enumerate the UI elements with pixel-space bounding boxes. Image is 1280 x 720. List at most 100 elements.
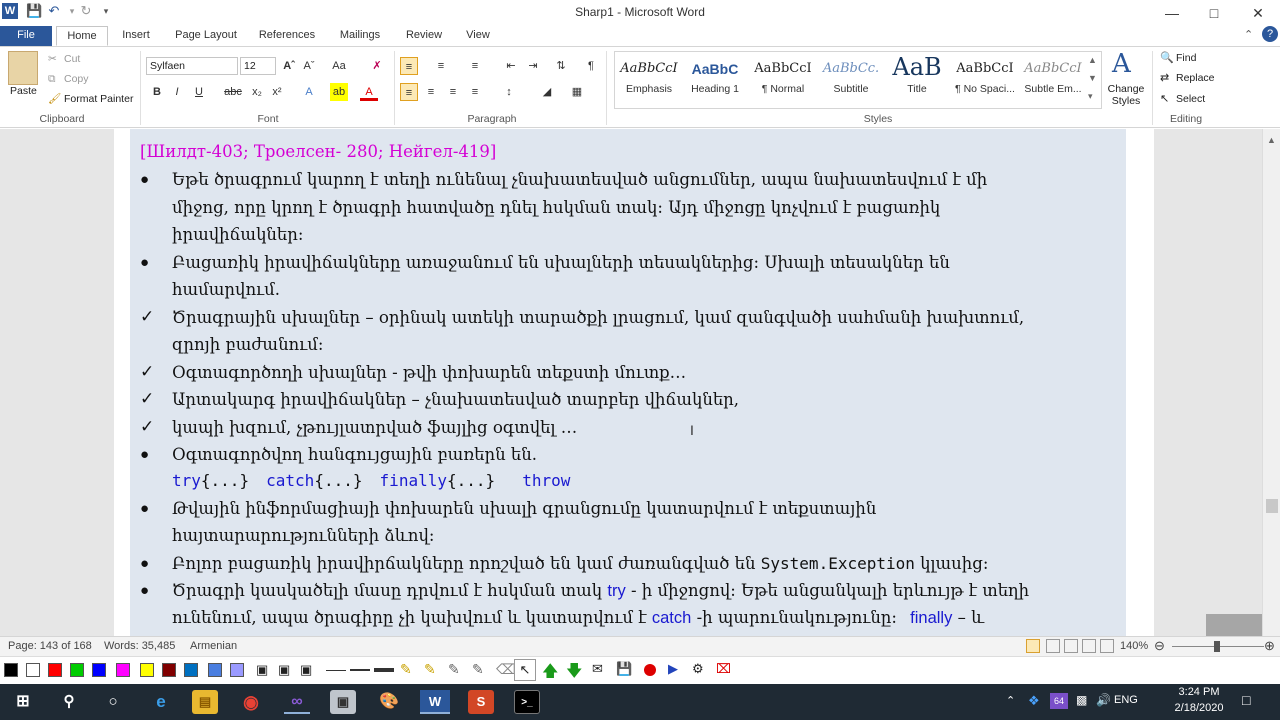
select-icon[interactable]: ↖ xyxy=(1160,92,1169,105)
style-emphasis[interactable]: AaBbCcI Emphasis xyxy=(616,51,682,107)
numbering-icon[interactable]: ≡ xyxy=(432,57,450,75)
vertical-scrollbar[interactable]: ▲ xyxy=(1262,129,1280,636)
select-button[interactable]: Select xyxy=(1176,93,1205,105)
tab-file[interactable]: File xyxy=(0,26,52,46)
find-icon[interactable]: 🔍 xyxy=(1160,51,1174,64)
page-count[interactable]: Page: 143 of 168 xyxy=(8,640,92,652)
font-name-combo[interactable]: Sylfaen xyxy=(146,57,238,75)
clock-time[interactable]: 3:24 PM xyxy=(1166,686,1232,698)
input-language[interactable]: ENG xyxy=(1114,694,1138,706)
paste-button[interactable]: Paste xyxy=(10,85,37,97)
style-subtle-emphasis[interactable]: AaBbCcI Subtle Em... xyxy=(1020,51,1086,107)
settings-icon[interactable]: ⚙ xyxy=(692,661,704,677)
video-controls-overlay[interactable] xyxy=(1206,614,1262,638)
color-black-swatch[interactable] xyxy=(4,663,18,677)
clock-date[interactable]: 2/18/2020 xyxy=(1166,702,1232,714)
align-right-icon[interactable]: ≡ xyxy=(444,83,462,101)
cut-icon[interactable]: ✂ xyxy=(48,51,57,67)
scroll-thumb[interactable] xyxy=(1266,499,1278,513)
word-count[interactable]: Words: 35,485 xyxy=(104,640,175,652)
visual-studio-icon[interactable]: ∞ xyxy=(284,690,310,714)
color-maroon-swatch[interactable] xyxy=(162,663,176,677)
tab-insert[interactable]: Insert xyxy=(112,26,160,46)
zoom-in-icon[interactable]: ⊕ xyxy=(1264,638,1275,654)
terminal-icon[interactable]: >_ xyxy=(514,690,540,714)
color-magenta-swatch[interactable] xyxy=(116,663,130,677)
multilevel-list-icon[interactable]: ≡ xyxy=(466,57,484,75)
dropbox-icon[interactable]: ❖ xyxy=(1028,693,1040,709)
sort-icon[interactable]: ⇅ xyxy=(552,57,570,75)
color-yellow-swatch[interactable] xyxy=(140,663,154,677)
borders-icon[interactable]: ▦ xyxy=(568,83,586,101)
tab-home[interactable]: Home xyxy=(56,26,108,46)
draft-icon[interactable] xyxy=(1100,639,1114,653)
style-heading-1[interactable]: AaBbC Heading 1 xyxy=(682,51,748,107)
action-center-icon[interactable]: □ xyxy=(1242,692,1250,708)
network-icon[interactable]: ▩ xyxy=(1076,693,1087,707)
minimize-button[interactable]: — xyxy=(1150,0,1194,26)
windows-start-icon[interactable]: ⊞ xyxy=(10,690,36,714)
maximize-button[interactable]: □ xyxy=(1192,0,1236,26)
italic-icon[interactable]: I xyxy=(168,83,186,101)
tray-badge[interactable]: 64 xyxy=(1050,693,1068,709)
scroll-up-icon[interactable]: ▲ xyxy=(1267,135,1276,145)
arrow-down-icon[interactable]: 🡇 xyxy=(566,660,582,687)
style-no-spacing[interactable]: AaBbCcI ¶ No Spaci... xyxy=(952,51,1018,107)
show-formatting-icon[interactable]: ¶ xyxy=(582,57,600,75)
arrow-up-icon[interactable]: 🡅 xyxy=(542,660,558,687)
paint-app-icon[interactable]: 🎨 xyxy=(376,690,402,714)
color-dark-blue-swatch[interactable] xyxy=(184,663,198,677)
find-button[interactable]: Find xyxy=(1176,52,1196,64)
marker-icon[interactable]: ✎ xyxy=(472,661,484,678)
font-color-icon[interactable]: A xyxy=(360,83,378,101)
strikethrough-icon[interactable]: abc xyxy=(224,83,242,101)
color-white-swatch[interactable] xyxy=(26,663,40,677)
style-title[interactable]: AaB Title xyxy=(884,51,950,107)
web-layout-icon[interactable] xyxy=(1064,639,1078,653)
shrink-font-icon[interactable]: Aˇ xyxy=(300,57,318,75)
color-lavender-swatch[interactable] xyxy=(230,663,244,677)
tab-references[interactable]: References xyxy=(252,26,322,46)
cortana-icon[interactable]: ○ xyxy=(100,690,126,714)
thin-line-icon[interactable] xyxy=(326,670,346,671)
zoom-out-icon[interactable]: ⊖ xyxy=(1154,638,1165,654)
subscript-icon[interactable]: x₂ xyxy=(248,83,266,101)
pointer-icon[interactable]: ↖ xyxy=(514,659,536,681)
full-screen-reading-icon[interactable] xyxy=(1046,639,1060,653)
underline-icon[interactable]: U xyxy=(190,83,208,101)
display-icon[interactable]: ▣ xyxy=(300,662,312,678)
language-indicator[interactable]: Armenian xyxy=(190,640,237,652)
justify-icon[interactable]: ≡ xyxy=(466,83,484,101)
monitor-icon[interactable]: ▣ xyxy=(256,662,268,678)
show-hidden-icons-icon[interactable]: ⌃ xyxy=(1006,694,1015,707)
highlight-icon[interactable]: ab xyxy=(330,83,348,101)
increase-indent-icon[interactable]: ⇥ xyxy=(524,57,542,75)
print-layout-icon[interactable] xyxy=(1026,639,1040,653)
tab-review[interactable]: Review xyxy=(398,26,450,46)
style-normal[interactable]: AaBbCcI ¶ Normal xyxy=(750,51,816,107)
styles-more-icon[interactable]: ▾ xyxy=(1088,91,1093,102)
pen-icon[interactable]: ✎ xyxy=(400,661,412,678)
cut-button[interactable]: Cut xyxy=(64,51,80,67)
chrome-icon[interactable]: ◉ xyxy=(238,690,264,714)
color-red-swatch[interactable] xyxy=(48,663,62,677)
styles-scroll-up-icon[interactable]: ▲ xyxy=(1088,55,1097,65)
color-green-swatch[interactable] xyxy=(70,663,84,677)
bullets-icon[interactable]: ≡ xyxy=(400,57,418,75)
change-styles-button[interactable]: Change Styles xyxy=(1104,83,1148,107)
collapse-ribbon-icon[interactable]: ⌃ xyxy=(1244,28,1253,41)
paste-icon[interactable] xyxy=(8,51,38,85)
presentation-app-icon[interactable]: S xyxy=(468,690,494,714)
search-icon[interactable]: ⚲ xyxy=(56,690,82,714)
zoom-slider-thumb[interactable] xyxy=(1214,641,1220,652)
file-explorer-icon[interactable]: ▤ xyxy=(192,690,218,714)
outline-icon[interactable] xyxy=(1082,639,1096,653)
save-drawing-icon[interactable]: 💾 xyxy=(616,661,632,677)
color-blue-swatch[interactable] xyxy=(92,663,106,677)
line-spacing-icon[interactable]: ↕ xyxy=(500,83,518,101)
tab-view[interactable]: View xyxy=(456,26,500,46)
close-button[interactable]: ✕ xyxy=(1236,0,1280,26)
play-icon[interactable]: ▶ xyxy=(668,661,678,677)
close-toolbar-icon[interactable]: ⌧ xyxy=(716,661,731,677)
record-icon[interactable] xyxy=(644,664,656,676)
